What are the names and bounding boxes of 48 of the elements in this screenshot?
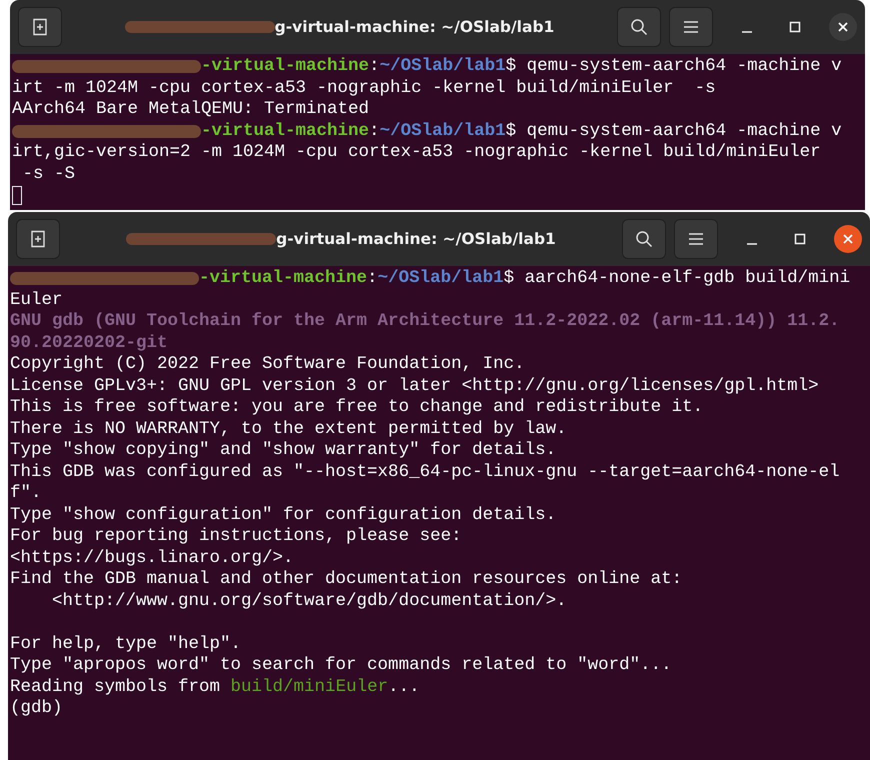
search-button[interactable] — [617, 7, 661, 47]
terminal-line: Find the GDB manual and other documentation resources online at: — [10, 569, 682, 590]
menu-button[interactable] — [674, 219, 718, 259]
terminal-line: -s -S — [22, 164, 76, 185]
terminal-line: Type "show copying" and "show warranty" for details. — [10, 440, 556, 462]
window-title: g-virtual-machine: ~/OSlab/lab1 — [274, 18, 554, 36]
terminal-line: For bug reporting instructions, please see: — [10, 526, 462, 548]
terminal-line: Euler — [10, 290, 63, 311]
terminal-line: Copyright (C) 2022 Free Software Foundation, Inc. — [10, 354, 525, 376]
terminal-line: irt -m 1024M -cpu cortex-a53 -nographic -kernel build/miniEuler -s — [12, 78, 716, 99]
close-icon — [842, 233, 854, 245]
new-tab-icon — [29, 230, 47, 248]
new-tab-button[interactable] — [16, 219, 60, 259]
minimize-icon — [747, 243, 757, 245]
terminal-line: <https://bugs.linaro.org/>. — [10, 548, 294, 569]
new-tab-icon — [31, 18, 49, 36]
menu-button[interactable] — [669, 7, 713, 47]
window-title: g-virtual-machine: ~/OSlab/lab1 — [276, 230, 556, 248]
terminal-line: (gdb) — [10, 698, 63, 720]
terminal-line: AArch64 Bare MetalQEMU: Terminated — [12, 99, 370, 120]
terminal-line: There is NO WARRANTY, to the extent permitted by law. — [10, 418, 567, 440]
menu-icon — [688, 232, 704, 246]
search-button[interactable] — [622, 219, 666, 259]
new-tab-button[interactable] — [18, 7, 62, 47]
terminal-line: Type "show configuration" for configuration details. — [10, 504, 556, 526]
maximize-icon — [794, 233, 806, 245]
terminal-line: -virtual-machine:~/OSlab/lab1$ qemu-system-aarch64 -machine v — [201, 120, 842, 142]
terminal-line: Type "apropos word" to search for commands related to "word"... — [10, 655, 672, 676]
menu-icon — [683, 20, 699, 34]
terminal-line: 90.20220202-git — [10, 332, 168, 354]
terminal-line: irt,gic-version=2 -m 1024M -cpu cortex-a53 -nographic -kernel build/miniEuler — [12, 142, 821, 164]
search-icon — [630, 18, 648, 36]
terminal-line: -virtual-machine:~/OSlab/lab1$ qemu-system-aarch64 -machine v — [201, 56, 842, 78]
terminal-line: -virtual-machine:~/OSlab/lab1$ aarch64-none-elf-gdb build/mini — [199, 268, 850, 290]
search-icon — [635, 230, 653, 248]
terminal-line: Reading symbols from build/miniEuler... — [10, 676, 420, 698]
close-button[interactable] — [834, 225, 862, 253]
maximize-icon — [789, 21, 801, 33]
close-icon — [837, 21, 849, 33]
terminal-line: This is free software: you are free to change and redistribute it. — [10, 397, 704, 418]
terminal-line: For help, type "help". — [10, 634, 242, 655]
terminal-line: GNU gdb (GNU Toolchain for the Arm Architecture 11.2-2022.02 (arm-11.14)) 11.2. — [10, 311, 840, 332]
minimize-icon — [742, 31, 752, 33]
terminal-line: This GDB was configured as "--host=x86_64-pc-linux-gnu --target=aarch64-none-el — [10, 462, 840, 483]
terminal-line: License GPLv3+: GNU GPL version 3 or later <http://gnu.org/licenses/gpl.html> — [10, 376, 819, 397]
terminal-line: f". — [10, 483, 42, 504]
terminal-line: <http://www.gnu.org/software/gdb/documentation/>. — [51, 590, 567, 612]
close-button[interactable] — [829, 13, 857, 41]
